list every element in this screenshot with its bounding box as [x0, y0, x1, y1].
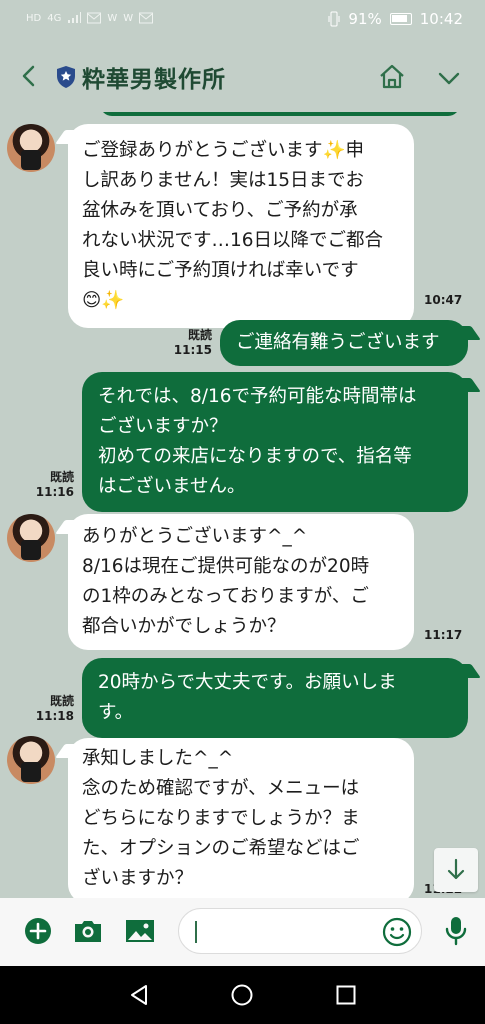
- vibrate-icon: [328, 11, 340, 27]
- text-caret: [195, 921, 197, 943]
- outgoing-message[interactable]: それでは、8/16で予約可能な時間帯は ございますか？ 初めての来店になりますの…: [82, 372, 468, 512]
- mail-icon: [87, 12, 102, 24]
- chat-title: 粋華男製作所: [82, 67, 226, 93]
- mic-icon[interactable]: [440, 915, 472, 947]
- avatar[interactable]: [7, 736, 55, 784]
- battery-icon: [389, 13, 412, 25]
- read-label: 既読: [49, 694, 74, 708]
- message-time: 11:16: [35, 485, 74, 499]
- w-app-icon: W: [107, 12, 118, 24]
- back-triangle-icon[interactable]: [127, 983, 151, 1007]
- status-bar: HD 4G W W 91% 10:42: [0, 0, 485, 40]
- back-icon[interactable]: [14, 58, 44, 94]
- read-receipt: 既読 11:16: [34, 470, 74, 500]
- avatar[interactable]: [7, 124, 55, 172]
- arrow-down-icon: [447, 858, 465, 880]
- message-line: 承知しました^_^: [82, 748, 234, 769]
- message-time: 11:17: [424, 628, 463, 642]
- message-line: ご登録ありがとうございます✨申: [82, 140, 365, 161]
- plus-icon[interactable]: [22, 915, 54, 947]
- camera-icon[interactable]: [72, 915, 104, 947]
- message-time: 11:18: [35, 709, 74, 723]
- message-line: 8/16は現在ご提供可能なのが20時: [82, 556, 370, 577]
- message-line: ありがとうございます^_^: [82, 526, 308, 547]
- shield-icon: [57, 66, 75, 88]
- previous-message-bubble: [100, 112, 460, 116]
- message-line: ご連絡有難うございます: [236, 332, 440, 353]
- message-line: た、オプションのご希望などはご: [82, 838, 360, 859]
- message-line: はございません。: [98, 476, 246, 497]
- signal-icon: [68, 12, 82, 23]
- outgoing-message[interactable]: ご連絡有難うございます: [220, 320, 468, 366]
- chat-messages[interactable]: ご登録ありがとうございます✨申 し訳ありません！実は15日までお 盆休みを頂いて…: [0, 112, 485, 898]
- battery-percent: 91%: [348, 10, 382, 28]
- incoming-message[interactable]: 承知しました^_^ 念のため確認ですが、メニューは どちらになりますでしょうか？…: [68, 738, 414, 898]
- message-line: し訳ありません！実は15日までお: [82, 170, 364, 191]
- outgoing-message[interactable]: 20時からで大丈夫です。お願いしま す。: [82, 658, 468, 738]
- network-4g-icon: 4G: [47, 12, 62, 24]
- chat-header: 粋華男製作所: [0, 40, 485, 112]
- mail-icon-2: [139, 12, 154, 24]
- message-line: れない状況です…16日以降でご都合: [82, 230, 384, 251]
- message-line: ざいますか？: [82, 868, 194, 889]
- home-icon[interactable]: [377, 62, 407, 92]
- image-icon[interactable]: [124, 915, 156, 947]
- message-line: 😊✨: [82, 290, 125, 311]
- message-line: 初めての来店になりますので、指名等: [98, 446, 412, 467]
- message-line: 良い時にご予約頂ければ幸いです: [82, 260, 359, 281]
- avatar[interactable]: [7, 514, 55, 562]
- scroll-to-bottom-button[interactable]: [434, 848, 478, 892]
- message-line: どちらになりますでしょうか？ま: [82, 808, 360, 829]
- incoming-message[interactable]: ありがとうございます^_^ 8/16は現在ご提供可能なのが20時 の1枠のみとな…: [68, 514, 414, 650]
- message-input[interactable]: [178, 908, 422, 954]
- read-label: 既読: [187, 328, 212, 342]
- chevron-down-icon[interactable]: [435, 64, 463, 92]
- message-line: 都合いかがでしょうか？: [82, 616, 286, 637]
- message-time: 11:15: [173, 343, 212, 357]
- message-line: それでは、8/16で予約可能な時間帯は: [98, 386, 417, 407]
- message-line: ございますか？: [98, 416, 228, 437]
- w-app-icon-2: W: [123, 12, 134, 24]
- read-receipt: 既読 11:18: [34, 694, 74, 724]
- read-receipt: 既読 11:15: [168, 328, 212, 358]
- message-time: 10:47: [424, 293, 463, 307]
- hd-icon: HD: [26, 12, 42, 24]
- message-line: 20時からで大丈夫です。お願いしま: [98, 672, 397, 693]
- home-circle-icon[interactable]: [230, 983, 254, 1007]
- status-time: 10:42: [419, 10, 463, 28]
- message-line: す。: [98, 702, 134, 723]
- status-right: 91% 10:42: [328, 10, 463, 28]
- read-label: 既読: [49, 470, 74, 484]
- message-line: 盆休みを頂いており、ご予約が承: [82, 200, 358, 221]
- emoji-icon[interactable]: [381, 916, 413, 948]
- system-nav-bar: [0, 966, 485, 1024]
- message-line: の1枠のみとなっておりますが、ご: [82, 586, 369, 607]
- recent-square-icon[interactable]: [334, 983, 358, 1007]
- status-left-icons: HD 4G W W: [26, 12, 154, 24]
- message-line: 念のため確認ですが、メニューは: [82, 778, 360, 799]
- incoming-message[interactable]: ご登録ありがとうございます✨申 し訳ありません！実は15日までお 盆休みを頂いて…: [68, 124, 414, 328]
- message-input-bar: [0, 898, 485, 966]
